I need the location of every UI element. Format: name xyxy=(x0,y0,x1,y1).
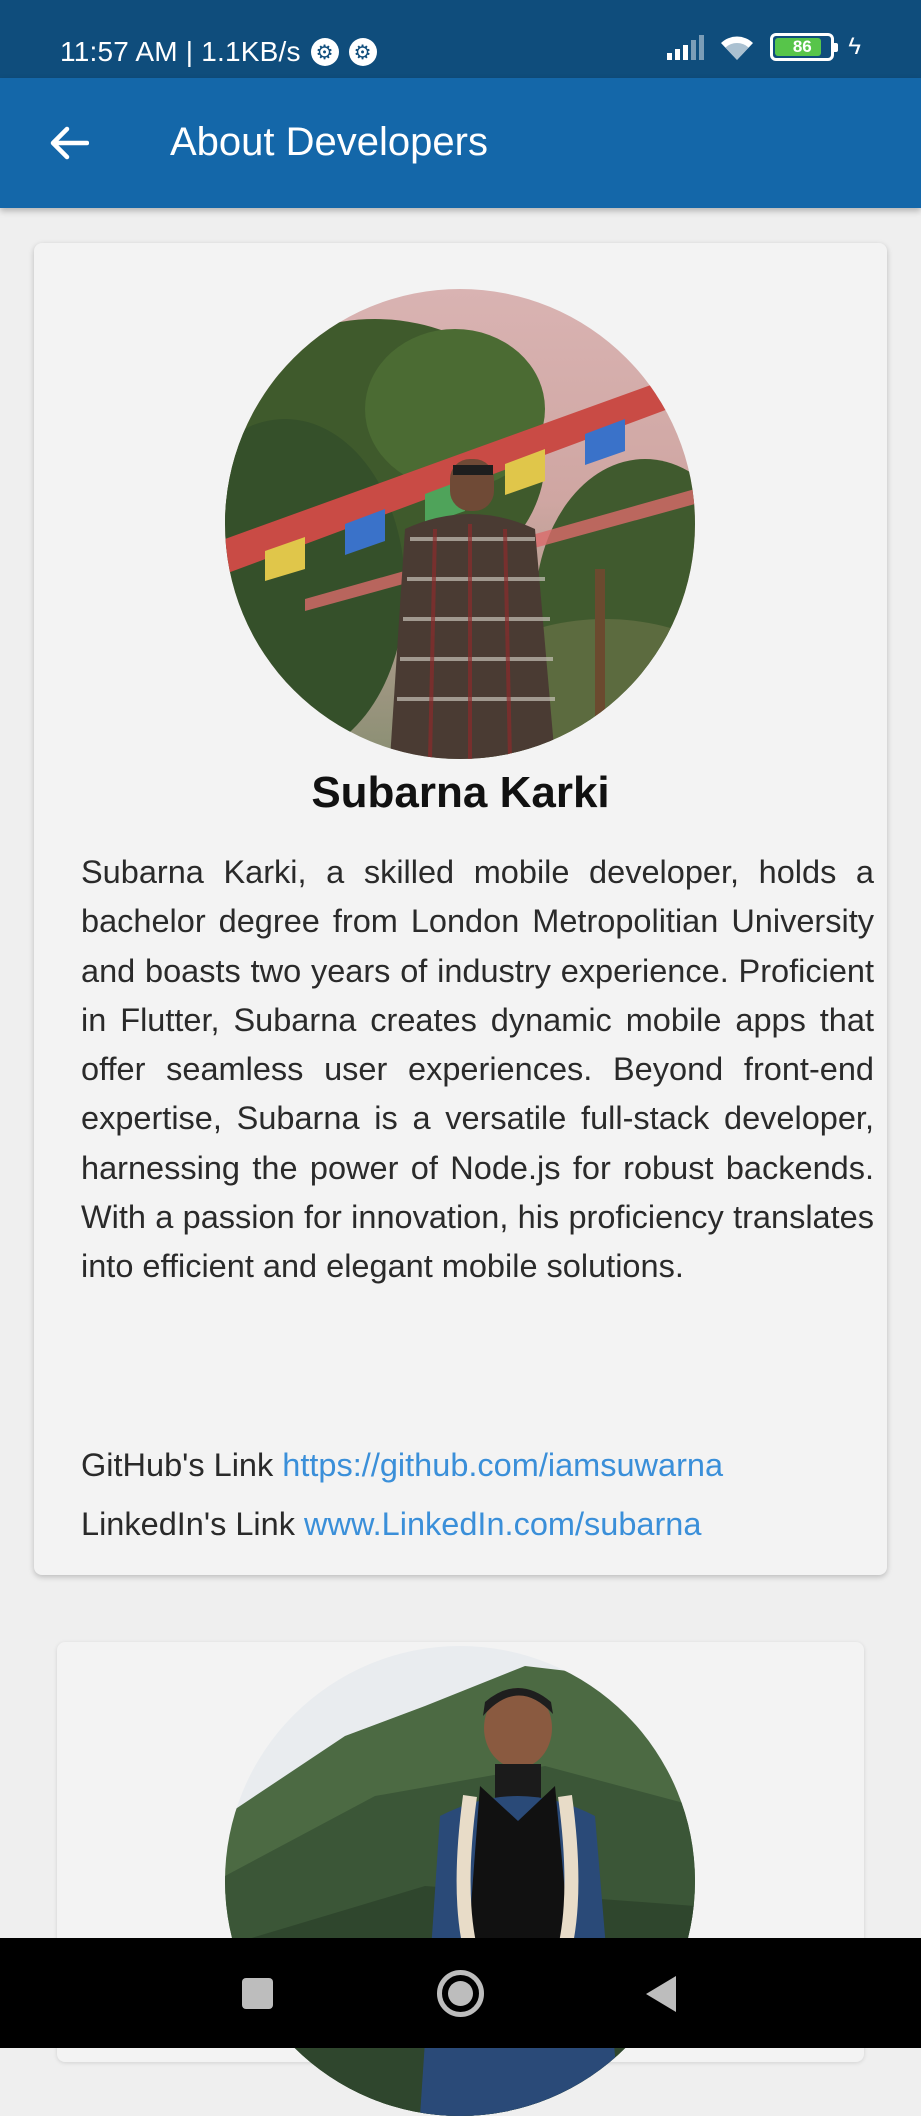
linkedin-link-row: LinkedIn's Link www.LinkedIn.com/subarna xyxy=(81,1502,701,1546)
linkedin-link[interactable]: www.LinkedIn.com/subarna xyxy=(304,1506,701,1542)
arrow-left-icon xyxy=(50,126,89,160)
system-nav-bar xyxy=(0,1938,921,2048)
developer-avatar xyxy=(225,289,695,759)
battery-icon: 86 xyxy=(770,33,839,61)
app-bar: About Developers xyxy=(0,78,921,208)
gear-icon: ⚙ xyxy=(310,38,339,66)
home-icon[interactable] xyxy=(437,1970,484,2017)
developer-photo xyxy=(225,289,695,759)
developer-card: Subarna Karki Subarna Karki, a skilled m… xyxy=(34,243,887,1575)
recent-apps-icon[interactable] xyxy=(242,1978,273,2009)
status-time-speed: 11:57 AM | 1.1KB/s xyxy=(60,36,301,67)
github-link[interactable]: https://github.com/iamsuwarna xyxy=(282,1447,723,1483)
back-button[interactable] xyxy=(38,112,100,174)
developer-bio: Subarna Karki, a skilled mobile develope… xyxy=(81,854,874,1285)
github-link-row: GitHub's Link https://github.com/iamsuwa… xyxy=(81,1443,723,1487)
back-triangle-icon[interactable] xyxy=(646,1976,676,2012)
status-right: 86 ϟ xyxy=(667,32,861,62)
status-left: 11:57 AM | 1.1KB/s ⚙ ⚙ xyxy=(60,34,377,70)
gear-icon: ⚙ xyxy=(348,38,377,66)
page-title: About Developers xyxy=(170,120,488,164)
signal-icon xyxy=(667,34,705,60)
linkedin-link-label: LinkedIn's Link xyxy=(81,1506,295,1542)
status-bar: 11:57 AM | 1.1KB/s ⚙ ⚙ 86 ϟ xyxy=(0,0,921,78)
developer-name: Subarna Karki xyxy=(311,768,610,817)
battery-level-text: 86 xyxy=(792,37,812,56)
wifi-icon xyxy=(721,36,754,60)
charging-icon: ϟ xyxy=(848,33,861,60)
github-link-label: GitHub's Link xyxy=(81,1447,274,1483)
